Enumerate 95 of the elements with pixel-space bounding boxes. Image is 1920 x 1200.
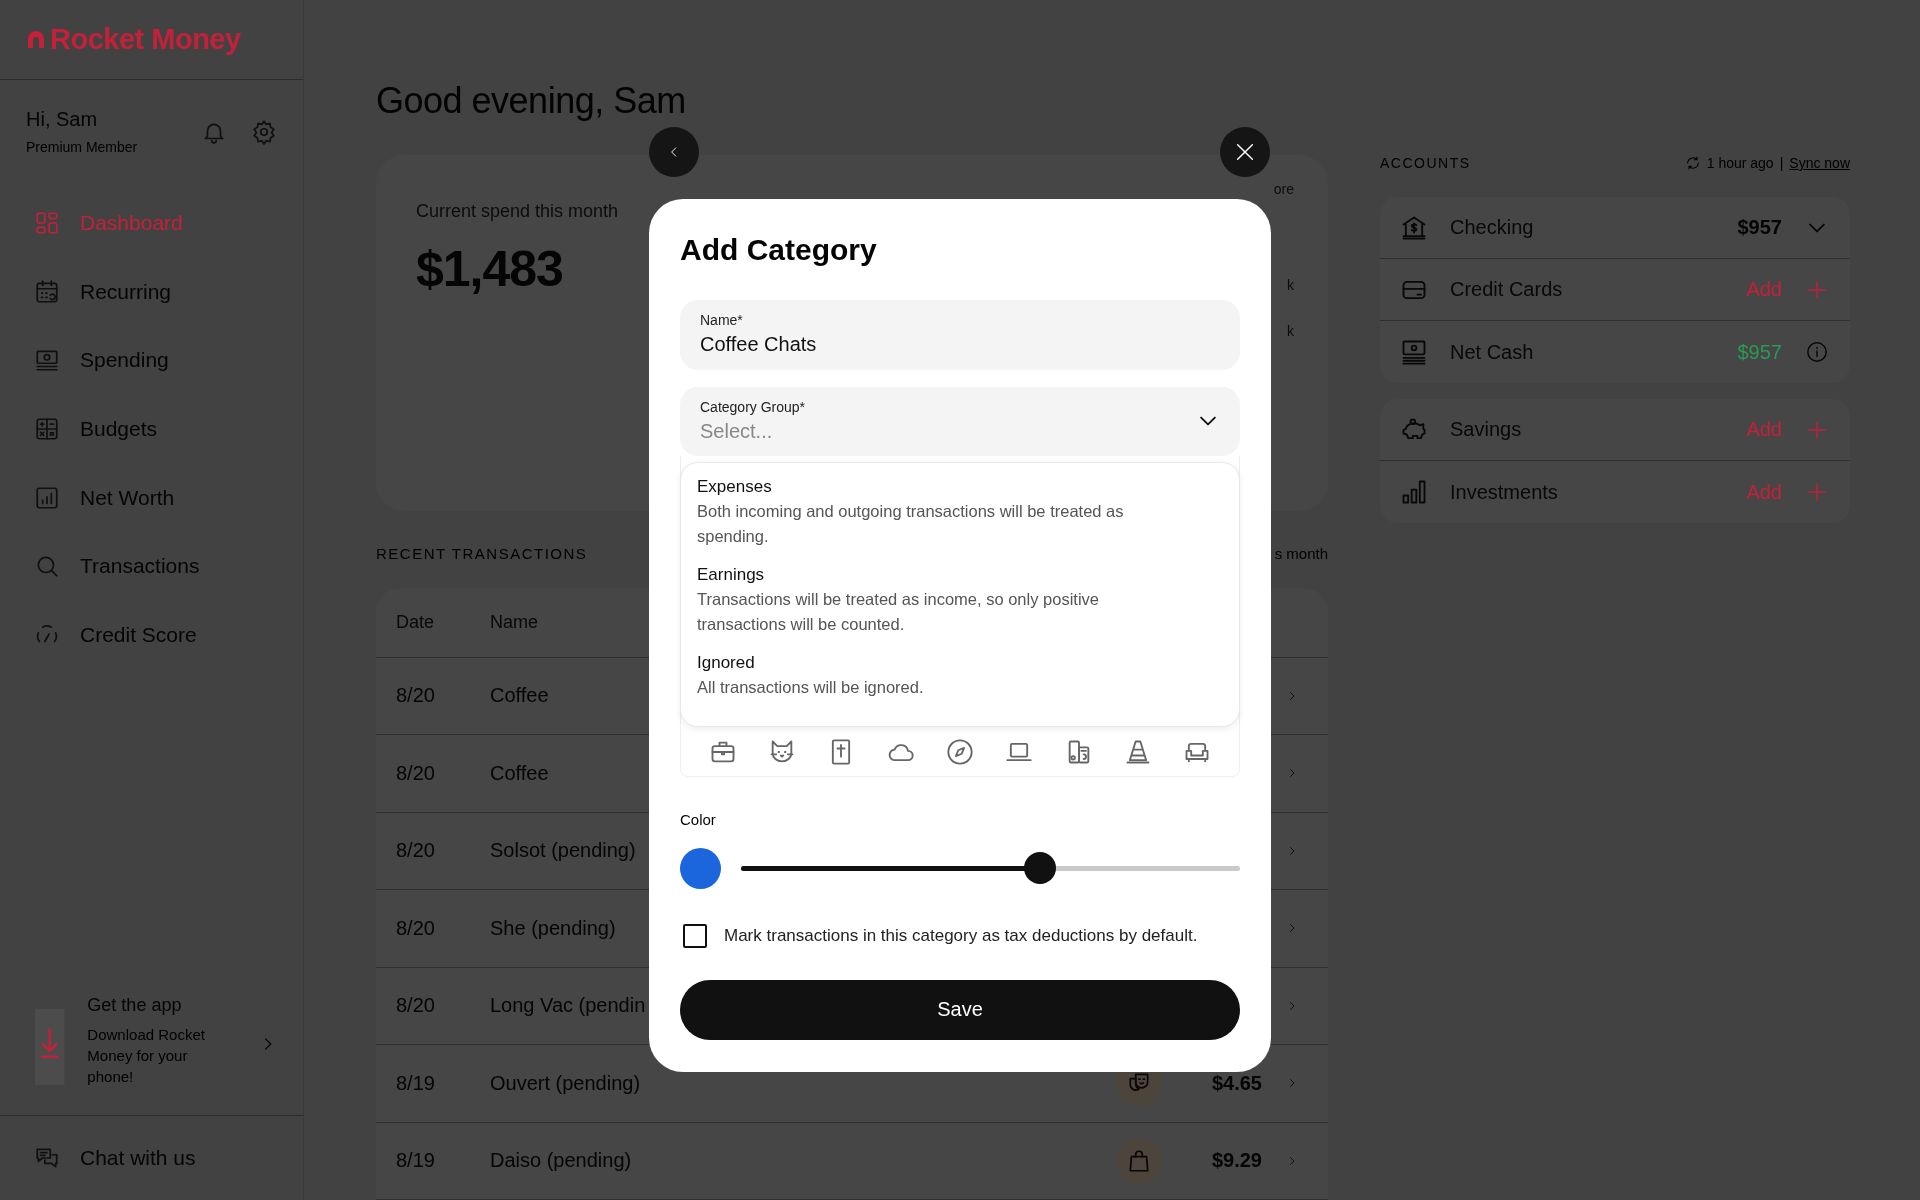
column-header: Date bbox=[396, 611, 436, 633]
add-link[interactable]: Add bbox=[1746, 418, 1782, 441]
bar-chart-icon bbox=[34, 484, 60, 511]
placeholder-text: Select... bbox=[700, 419, 773, 444]
sidebar-item[interactable]: Spending bbox=[0, 326, 303, 395]
chat-link[interactable]: Chat with us bbox=[0, 1116, 303, 1200]
option-description: All transactions will be ignored. bbox=[697, 677, 925, 699]
date-cell-text: 8/19 bbox=[396, 1071, 436, 1095]
calculator-icon bbox=[34, 416, 60, 443]
amount-cell: $4.65 bbox=[1211, 1071, 1262, 1095]
name-cell: Long Vac (pendin bbox=[490, 994, 646, 1018]
close-icon bbox=[1234, 141, 1256, 163]
partial-text: ore bbox=[1273, 181, 1294, 197]
slider-thumb[interactable] bbox=[1024, 851, 1057, 884]
sidebar-item[interactable]: Budgets bbox=[0, 394, 303, 464]
dropdown-option[interactable]: Ignored All transactions will be ignored. bbox=[697, 651, 1223, 701]
banknote-icon bbox=[34, 347, 60, 374]
account-name: Checking bbox=[1450, 216, 1535, 239]
name-field[interactable]: Name* Coffee Chats bbox=[680, 300, 1240, 370]
close-button[interactable] bbox=[1220, 127, 1270, 177]
spend-amount: $1,483 bbox=[416, 240, 563, 298]
dropdown-option[interactable]: Expenses Both incoming and outgoing transactions will be treated as spending. bbox=[697, 475, 1223, 550]
column-header: Name bbox=[490, 611, 538, 633]
chevron-down-icon bbox=[1200, 416, 1216, 427]
option-title: Earnings bbox=[697, 564, 766, 587]
back-button[interactable] bbox=[649, 127, 699, 177]
account-name: Savings bbox=[1450, 418, 1523, 441]
compass-icon[interactable] bbox=[945, 737, 974, 766]
account-name: Investments bbox=[1450, 480, 1559, 504]
account-name: Net Cash bbox=[1450, 340, 1535, 364]
chevron-down-icon[interactable] bbox=[1809, 222, 1825, 233]
date-cell-text: 8/20 bbox=[396, 839, 436, 863]
add-link[interactable]: Add bbox=[1746, 480, 1782, 504]
account-balance: $957 bbox=[1737, 216, 1782, 239]
grid-icon bbox=[34, 210, 60, 237]
sync-icon bbox=[1684, 155, 1701, 171]
name-cell: Coffee bbox=[490, 761, 549, 785]
user-greeting: Hi, Sam bbox=[26, 108, 99, 131]
sidebar-item[interactable]: Credit Score bbox=[0, 600, 303, 670]
chat-bubbles-icon bbox=[34, 1145, 60, 1171]
page-greeting: Good evening, Sam bbox=[376, 80, 687, 122]
promo-text: Download Rocket Money for your phone! bbox=[87, 1025, 206, 1087]
account-name: Credit Cards bbox=[1450, 278, 1564, 301]
option-description: Transactions will be treated as income, so only positive transactions will be counted. bbox=[697, 589, 1100, 636]
dropdown-option[interactable]: Earnings Transactions will be treated as income, so only positive transactions will be counted. bbox=[697, 563, 1223, 638]
dialog-title: Add Category bbox=[680, 232, 877, 268]
checkbox-label: Mark transactions in this category as tax deductions by default. bbox=[724, 925, 1198, 946]
section-title: ACCOUNTS bbox=[1380, 155, 1472, 171]
info-icon[interactable] bbox=[1806, 341, 1828, 363]
plus-icon[interactable] bbox=[1806, 418, 1828, 441]
amount-cell: $9.29 bbox=[1211, 1149, 1262, 1173]
spend-label: Current spend this month bbox=[416, 201, 619, 222]
partial-text: s month bbox=[1274, 544, 1328, 562]
section-title: RECENT TRANSACTIONS bbox=[376, 544, 588, 562]
save-button[interactable]: Save bbox=[680, 979, 1240, 1040]
name-cell: She (pending) bbox=[490, 916, 616, 940]
phone-download-icon bbox=[34, 1007, 66, 1087]
field-label: Category Group* bbox=[700, 399, 806, 416]
plus-icon[interactable] bbox=[1806, 278, 1828, 301]
name-cell: Daiso (pending) bbox=[490, 1149, 632, 1173]
bar-chart-icon bbox=[1400, 478, 1428, 506]
checkbox[interactable] bbox=[683, 923, 707, 948]
sync-now-link[interactable]: Sync now bbox=[1789, 155, 1850, 171]
date-cell-text: 8/20 bbox=[396, 761, 436, 785]
membership-label: Premium Member bbox=[26, 139, 139, 155]
date-cell-text: 8/19 bbox=[396, 1149, 436, 1173]
date-cell-text: 8/20 bbox=[396, 684, 436, 708]
partial-text: k bbox=[1287, 277, 1294, 293]
settings-icon[interactable] bbox=[251, 118, 277, 145]
option-title: Ignored bbox=[697, 652, 756, 675]
name-cell: Solsot (pending) bbox=[490, 839, 636, 863]
account-balance: $957 bbox=[1737, 340, 1782, 364]
name-cell: Coffee bbox=[490, 684, 549, 708]
category-group-dropdown[interactable]: Category Group* Select... bbox=[680, 386, 1240, 457]
field-label: Name* bbox=[700, 312, 743, 328]
logo-text: Rocket Money bbox=[50, 23, 241, 56]
option-description: Both incoming and outgoing transactions will be treated as spending. bbox=[697, 501, 1125, 548]
field-value: Coffee Chats bbox=[700, 332, 817, 356]
sidebar-item[interactable]: Dashboard bbox=[0, 189, 303, 258]
cash-icon bbox=[1400, 338, 1428, 366]
sidebar-item[interactable]: Net Worth bbox=[0, 463, 303, 532]
date-cell-text: 8/20 bbox=[396, 916, 436, 940]
partial-text: k bbox=[1287, 323, 1294, 339]
plus-icon[interactable] bbox=[1806, 481, 1828, 503]
color-label: Color bbox=[680, 810, 716, 828]
name-cell: Ouvert (pending) bbox=[490, 1071, 641, 1095]
option-title: Expenses bbox=[697, 476, 773, 499]
promo-title: Get the app bbox=[87, 995, 183, 1016]
sidebar-item[interactable]: Recurring bbox=[0, 257, 303, 327]
sidebar-item[interactable]: Transactions bbox=[0, 531, 303, 601]
date-cell-text: 8/20 bbox=[396, 994, 436, 1018]
add-link[interactable]: Add bbox=[1746, 278, 1782, 301]
calendar-icon bbox=[34, 278, 60, 305]
separator: | bbox=[1779, 155, 1784, 171]
sync-status: 1 hour ago bbox=[1706, 155, 1774, 171]
